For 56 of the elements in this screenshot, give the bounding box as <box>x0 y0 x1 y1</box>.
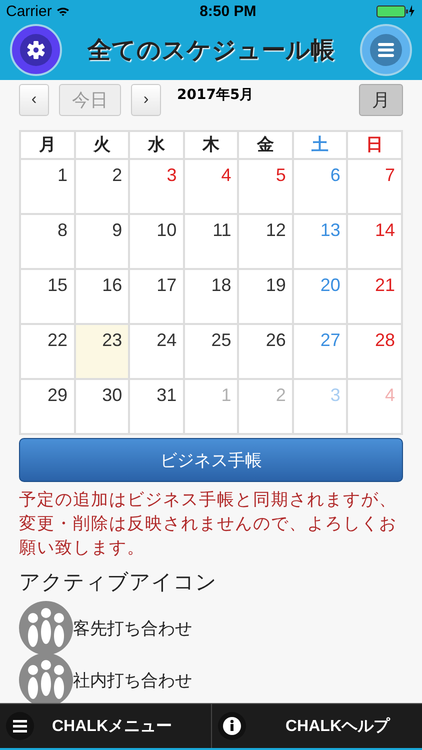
day-cell[interactable]: 30 <box>76 380 130 435</box>
day-cell[interactable]: 29 <box>21 380 76 435</box>
weekday-header: 日 <box>348 132 403 160</box>
section-heading: アクティブアイコン <box>19 569 218 596</box>
wifi-icon <box>56 6 70 16</box>
day-cell[interactable]: 2 <box>76 160 130 215</box>
page-title: 全てのスケジュール帳 <box>88 35 334 66</box>
info-icon <box>218 712 246 740</box>
day-cell[interactable]: 11 <box>184 215 240 270</box>
day-cell[interactable]: 24 <box>130 325 185 380</box>
weekday-header: 水 <box>130 132 185 160</box>
icon-label: 客先打ち合わせ <box>73 618 192 640</box>
day-cell[interactable]: 23 <box>76 325 130 380</box>
day-cell[interactable]: 31 <box>130 380 185 435</box>
day-cell[interactable]: 17 <box>130 270 185 325</box>
icon-label: 社内打ち合わせ <box>73 670 192 692</box>
day-cell[interactable]: 19 <box>239 270 294 325</box>
weekday-header: 土 <box>294 132 348 160</box>
day-cell[interactable]: 15 <box>21 270 76 325</box>
clock-text: 8:50 PM <box>198 2 258 20</box>
notice-text: 予定の追加はビジネス手帳と同期されますが、変更・削除は反映されませんので、よろしくお願い致します。 <box>19 489 398 560</box>
day-cell[interactable]: 4 <box>184 160 240 215</box>
day-cell[interactable]: 26 <box>239 325 294 380</box>
day-cell[interactable]: 21 <box>348 270 403 325</box>
day-cell[interactable]: 3 <box>130 160 185 215</box>
day-cell[interactable]: 18 <box>184 270 240 325</box>
day-cell[interactable]: 5 <box>239 160 294 215</box>
day-cell[interactable]: 8 <box>21 215 76 270</box>
previous-button[interactable]: ‹ <box>19 84 49 116</box>
weekday-header: 月 <box>21 132 76 160</box>
menu-icon <box>369 33 403 67</box>
weekday-header: 木 <box>184 132 240 160</box>
menu-button[interactable] <box>360 24 412 76</box>
day-cell[interactable]: 25 <box>184 325 240 380</box>
day-cell[interactable]: 28 <box>348 325 403 380</box>
day-cell[interactable]: 12 <box>239 215 294 270</box>
day-cell[interactable]: 7 <box>348 160 403 215</box>
next-button[interactable]: › <box>131 84 161 116</box>
day-cell[interactable]: 10 <box>130 215 185 270</box>
settings-icon <box>19 33 53 67</box>
battery-icon <box>376 4 416 18</box>
carrier-text: Carrier <box>6 2 52 20</box>
day-cell[interactable]: 1 <box>21 160 76 215</box>
weekday-header: 火 <box>76 132 130 160</box>
people-icon[interactable] <box>19 653 73 703</box>
month-title: 2017年5月 <box>176 86 255 104</box>
settings-button[interactable] <box>10 24 62 76</box>
weekday-header: 金 <box>239 132 294 160</box>
day-cell[interactable]: 9 <box>76 215 130 270</box>
menu-tab[interactable]: CHALKメニュー <box>0 704 210 748</box>
menu-icon <box>6 712 34 740</box>
people-icon[interactable] <box>19 601 73 655</box>
month-view-button[interactable]: 月 <box>359 84 403 116</box>
business-notebook-button[interactable]: ビジネス手帳 <box>19 438 403 482</box>
help-tab[interactable]: CHALKヘルプ <box>210 704 422 748</box>
day-cell[interactable]: 14 <box>348 215 403 270</box>
